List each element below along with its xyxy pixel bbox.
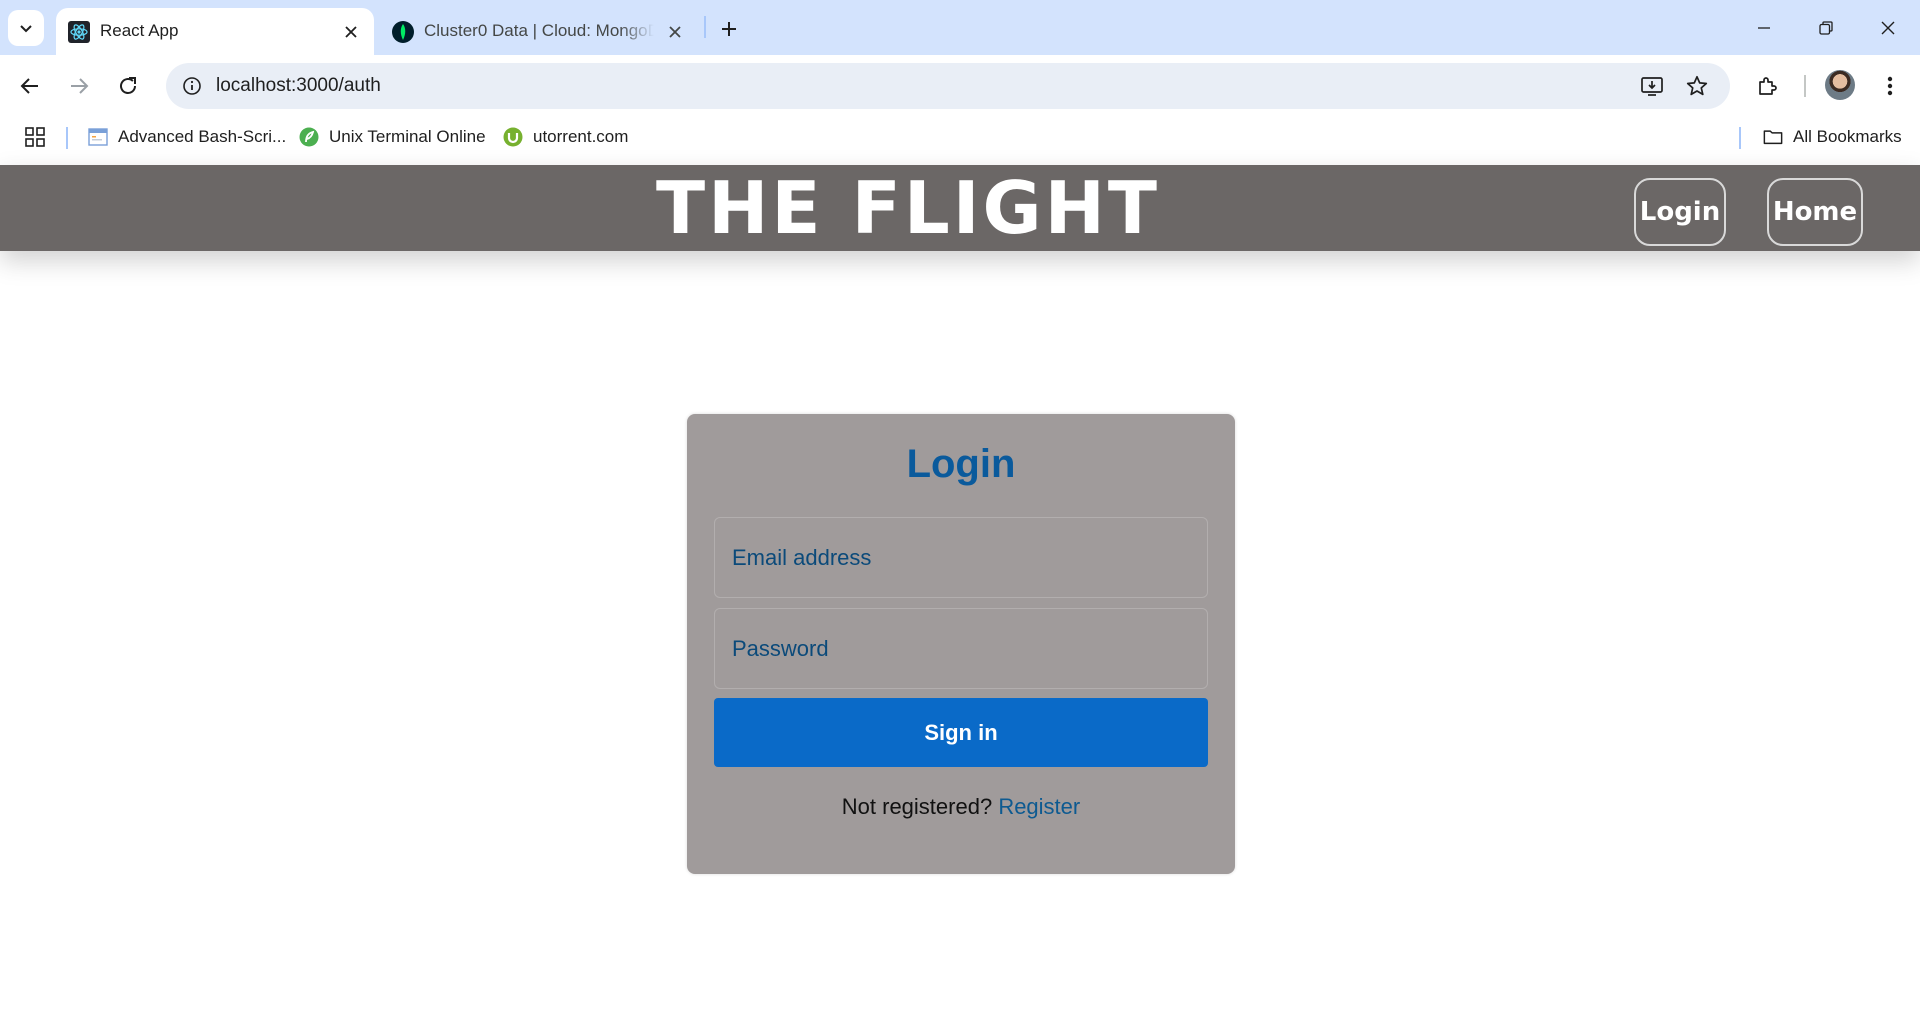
- chevron-down-icon: [20, 25, 32, 33]
- forward-arrow-icon: [71, 78, 89, 94]
- back-arrow-icon: [20, 78, 38, 94]
- login-card: Login Sign in Not registered? Register: [687, 414, 1235, 874]
- tab-mongodb[interactable]: Cluster0 Data | Cloud: MongoDB: [380, 8, 698, 55]
- menu-button[interactable]: [1871, 67, 1909, 105]
- install-app-icon[interactable]: [1638, 72, 1666, 100]
- all-bookmarks-button[interactable]: All Bookmarks: [1763, 117, 1902, 157]
- all-bookmarks-label: All Bookmarks: [1793, 127, 1902, 146]
- tab-title: React App: [100, 21, 179, 40]
- page-icon: [88, 127, 108, 147]
- bookmark-label: Unix Terminal Online: [329, 127, 486, 146]
- close-icon[interactable]: [664, 21, 686, 43]
- minimize-icon: [1758, 26, 1770, 29]
- minimize-button[interactable]: [1734, 0, 1794, 55]
- bookmarks-divider: [66, 127, 68, 149]
- register-prompt-text: Not registered?: [841, 794, 993, 819]
- profile-avatar[interactable]: [1825, 70, 1855, 100]
- header-home-button[interactable]: Home: [1767, 178, 1863, 246]
- react-icon: [68, 21, 90, 43]
- plus-icon: [722, 22, 736, 36]
- tab-divider: [704, 16, 706, 38]
- url-text: localhost:3000/auth: [216, 75, 381, 96]
- reload-button[interactable]: [109, 67, 147, 105]
- password-input[interactable]: [714, 608, 1208, 689]
- site-header: THE FLIGHT Login Home: [0, 165, 1920, 251]
- extensions-button[interactable]: [1749, 67, 1787, 105]
- apps-grid-icon: [25, 127, 45, 147]
- login-title: Login: [906, 442, 1016, 486]
- email-input[interactable]: [714, 517, 1208, 598]
- address-bar[interactable]: localhost:3000/auth: [166, 63, 1730, 109]
- close-icon[interactable]: [340, 21, 362, 43]
- bookmarks-bar: Advanced Bash-Scri... Unix Terminal Onli…: [0, 117, 1920, 165]
- register-prompt: Not registered? Register: [687, 794, 1235, 820]
- toolbar-divider: [1804, 75, 1806, 97]
- bookmark-utorrent[interactable]: utorrent.com: [503, 117, 628, 157]
- site-info-icon[interactable]: [178, 72, 206, 100]
- restore-icon: [1819, 20, 1833, 35]
- forward-button[interactable]: [60, 67, 98, 105]
- reload-icon: [120, 77, 136, 94]
- bookmark-star-icon[interactable]: [1683, 72, 1711, 100]
- bookmark-unix-terminal[interactable]: Unix Terminal Online: [299, 117, 486, 157]
- utorrent-icon: [503, 127, 523, 147]
- register-link[interactable]: Register: [998, 794, 1080, 819]
- new-tab-button[interactable]: [712, 12, 746, 46]
- tab-title: Cluster0 Data | Cloud: MongoDB: [424, 21, 654, 40]
- browser-toolbar: localhost:3000/auth: [0, 55, 1920, 117]
- tab-strip: React App Cluster0 Data | Cloud: MongoDB: [0, 0, 1920, 55]
- apps-button[interactable]: [24, 117, 46, 157]
- bookmark-label: Advanced Bash-Scri...: [118, 127, 287, 146]
- close-icon: [1881, 21, 1895, 34]
- bookmarks-divider: [1739, 127, 1741, 149]
- tab-react-app[interactable]: React App: [56, 8, 374, 55]
- puzzle-icon: [1759, 77, 1777, 95]
- bookmark-label: utorrent.com: [533, 127, 629, 146]
- tab-search-button[interactable]: [8, 10, 44, 46]
- mongodb-leaf-icon: [392, 21, 414, 43]
- folder-icon: [1763, 127, 1783, 147]
- site-brand: THE FLIGHT: [656, 166, 1160, 250]
- restore-button[interactable]: [1796, 0, 1856, 55]
- terminal-leaf-icon: [299, 127, 319, 147]
- header-login-button[interactable]: Login: [1634, 178, 1726, 246]
- close-window-button[interactable]: [1858, 0, 1918, 55]
- sign-in-button[interactable]: Sign in: [714, 698, 1208, 767]
- more-vertical-icon: [1887, 76, 1893, 96]
- back-button[interactable]: [11, 67, 49, 105]
- bookmark-advanced-bash[interactable]: Advanced Bash-Scri...: [88, 117, 286, 157]
